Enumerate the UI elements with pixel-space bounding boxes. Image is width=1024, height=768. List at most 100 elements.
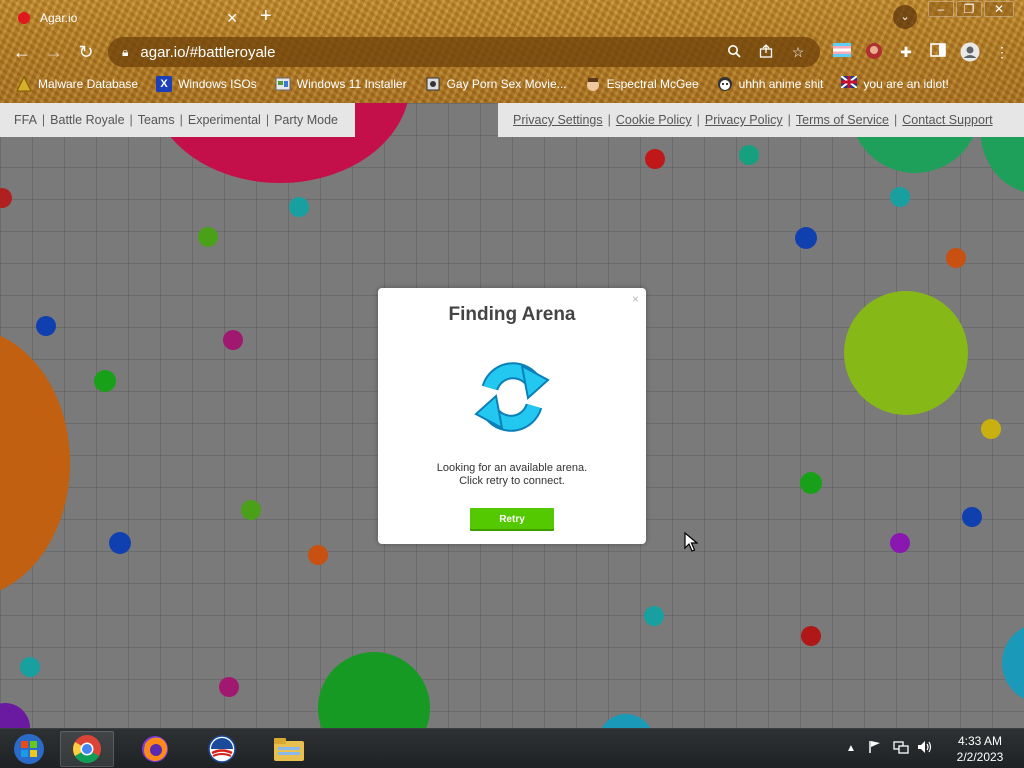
food-pellet	[962, 507, 982, 527]
bookmark-label: Windows 11 Installer	[296, 77, 407, 91]
bookmark-label: uhhh anime shit	[738, 77, 824, 91]
cookie-policy-link[interactable]: Cookie Policy	[616, 113, 692, 127]
taskbar-chrome[interactable]	[60, 731, 114, 767]
bookmark-espectral-mcgee[interactable]: Espectral McGee	[585, 76, 699, 92]
system-clock[interactable]: 4:33 AM 2/2/2023	[940, 733, 1020, 765]
windows-orb-icon	[14, 734, 44, 764]
bookmark-label: Malware Database	[38, 77, 139, 91]
food-pellet	[981, 419, 1001, 439]
address-bar[interactable]: 🔒︎ agar.io/#battleroyale ☆	[108, 37, 820, 67]
minimize-button[interactable]: –	[928, 1, 954, 17]
volume-icon[interactable]	[917, 740, 933, 757]
contact-support-link[interactable]: Contact Support	[902, 113, 992, 127]
account-avatar-icon[interactable]	[960, 42, 980, 62]
url-text[interactable]: agar.io/#battleroyale	[140, 44, 714, 61]
cell-blob	[0, 703, 30, 728]
food-pellet	[289, 197, 309, 217]
page-icon	[425, 76, 441, 92]
food-pellet	[109, 532, 131, 554]
agario-favicon-icon	[18, 12, 30, 24]
trans-flag-extension-icon[interactable]	[832, 42, 852, 62]
chrome-menu-icon[interactable]: ⋮	[992, 42, 1012, 62]
malware-icon	[16, 75, 32, 92]
food-pellet	[739, 145, 759, 165]
food-pellet	[645, 149, 665, 169]
separator: |	[607, 113, 611, 127]
policy-links-bar: Privacy Settings | Cookie Policy | Priva…	[498, 103, 1024, 137]
food-pellet	[198, 227, 218, 247]
separator: |	[41, 113, 46, 127]
taskbar-app[interactable]	[195, 731, 249, 767]
tab-close-icon[interactable]: ✕	[226, 10, 238, 27]
bookmark-label: you are an idiot!	[863, 77, 949, 91]
extensions-puzzle-icon[interactable]: ✚	[896, 42, 916, 62]
chrome-icon	[73, 735, 101, 763]
cell-blob	[844, 291, 968, 415]
food-pellet	[20, 657, 40, 677]
taskbar-file-explorer[interactable]	[262, 731, 316, 767]
separator: |	[265, 113, 270, 127]
food-pellet	[800, 472, 822, 494]
separator: |	[696, 113, 700, 127]
face-icon	[585, 76, 601, 92]
back-icon[interactable]: ←	[10, 40, 34, 64]
bookmark-label: Gay Porn Sex Movie...	[446, 77, 567, 91]
bookmark-label: Windows ISOs	[178, 77, 257, 91]
installer-icon	[275, 76, 291, 92]
browser-chrome: Agar.io ✕ + ⌄ – ❐ ✕ ← → ↻ 🔒︎ agar.io/#ba…	[0, 0, 1024, 103]
privacy-settings-link[interactable]: Privacy Settings	[513, 113, 603, 127]
dialog-title: Finding Arena	[448, 304, 576, 325]
mode-party[interactable]: Party Mode	[274, 113, 338, 127]
food-pellet	[946, 248, 966, 268]
mouse-cursor-icon	[684, 532, 698, 552]
food-pellet	[94, 370, 116, 392]
flag-icon	[840, 75, 859, 92]
circle-logo-icon	[208, 735, 236, 763]
retry-button[interactable]: Retry	[470, 508, 554, 531]
zoom-search-icon[interactable]	[722, 44, 746, 61]
share-icon[interactable]	[754, 43, 778, 61]
terms-of-service-link[interactable]: Terms of Service	[796, 113, 889, 127]
clock-time: 4:33 AM	[957, 734, 1003, 748]
separator: |	[129, 113, 133, 127]
privacy-policy-link[interactable]: Privacy Policy	[705, 113, 783, 127]
bookmark-you-are-an-idiot[interactable]: you are an idiot!	[840, 75, 949, 92]
bookmark-windows-isos[interactable]: X Windows ISOs	[156, 76, 257, 92]
close-window-button[interactable]: ✕	[984, 1, 1014, 17]
taskbar-firefox[interactable]	[128, 731, 182, 767]
side-panel-icon[interactable]	[928, 42, 948, 62]
bookmark-star-icon[interactable]: ☆	[786, 44, 810, 61]
new-tab-button[interactable]: +	[260, 5, 272, 27]
separator: |	[787, 113, 791, 127]
start-button[interactable]	[2, 731, 56, 767]
mode-ffa[interactable]: FFA	[14, 113, 37, 127]
profile-extension-icon[interactable]	[864, 42, 884, 62]
browser-tab[interactable]: Agar.io ✕	[8, 4, 248, 32]
lock-icon[interactable]: 🔒︎	[122, 45, 128, 60]
reload-icon[interactable]: ↻	[74, 40, 98, 64]
firefox-icon	[142, 736, 168, 762]
bookmark-malware-database[interactable]: Malware Database	[16, 75, 139, 92]
tray-expand-icon[interactable]: ▲	[846, 743, 856, 754]
bookmark-page[interactable]: Gay Porn Sex Movie...	[425, 76, 567, 92]
food-pellet	[795, 227, 817, 249]
tab-search-icon[interactable]: ⌄	[893, 5, 917, 29]
action-center-flag-icon[interactable]	[868, 740, 882, 757]
network-icon[interactable]	[893, 740, 909, 757]
bookmark-windows-11-installer[interactable]: Windows 11 Installer	[275, 76, 407, 92]
refresh-spinner-icon	[474, 362, 550, 432]
separator: |	[894, 113, 898, 127]
food-pellet	[36, 316, 56, 336]
food-pellet	[223, 330, 243, 350]
mode-experimental[interactable]: Experimental	[188, 113, 261, 127]
restore-button[interactable]: ❐	[956, 1, 982, 17]
bookmark-anime[interactable]: uhhh anime shit	[717, 76, 824, 92]
finding-arena-dialog: × Finding Arena Looking for an available…	[378, 288, 646, 544]
mode-battle-royale[interactable]: Battle Royale	[50, 113, 124, 127]
cell-blob	[0, 328, 70, 598]
mode-teams[interactable]: Teams	[138, 113, 175, 127]
anime-icon	[717, 76, 733, 92]
food-pellet	[219, 677, 239, 697]
food-pellet	[0, 188, 12, 208]
forward-icon[interactable]: →	[42, 40, 66, 64]
